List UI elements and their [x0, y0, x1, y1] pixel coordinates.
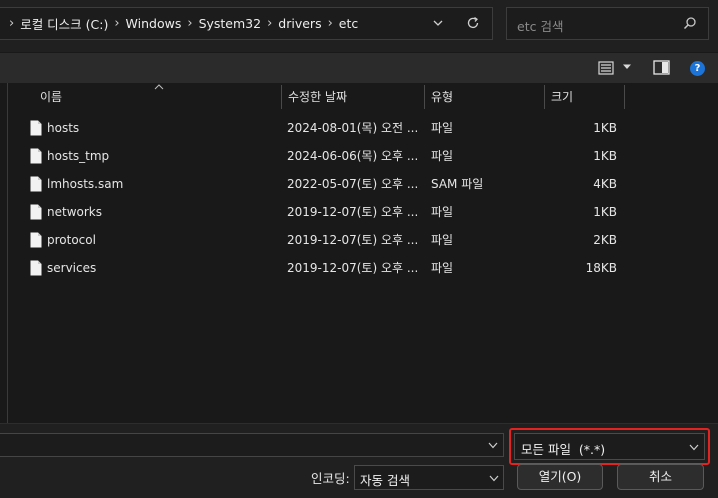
chevron-down-icon[interactable]	[488, 442, 498, 449]
file-size: 18KB	[585, 261, 617, 275]
breadcrumb-item-system32[interactable]: System32	[199, 16, 262, 31]
chevron-down-icon[interactable]	[689, 444, 699, 451]
file-date: 2022-05-07(토) 오후 ...	[287, 177, 417, 191]
file-type: 파일	[431, 261, 454, 275]
help-icon[interactable]: ?	[690, 61, 705, 76]
file-date: 2019-12-07(토) 오후 ...	[287, 261, 417, 275]
file-row[interactable]: hosts_tmp 2024-06-06(목) 오후 ... 파일 1KB	[8, 142, 618, 170]
command-bar: ?	[0, 53, 718, 83]
file-icon	[30, 176, 42, 192]
file-name: networks	[47, 205, 102, 219]
view-options-icon[interactable]	[598, 60, 614, 76]
address-row: › 로컬 디스크 (C:) › Windows › System32 › dri…	[0, 0, 718, 52]
encoding-select[interactable]: 자동 검색	[354, 465, 504, 490]
file-row[interactable]: hosts 2024-08-01(목) 오전 ... 파일 1KB	[8, 114, 618, 142]
breadcrumb-separator-icon[interactable]: ›	[9, 16, 14, 31]
file-name: services	[47, 261, 97, 275]
breadcrumb-separator-icon[interactable]: ›	[114, 16, 119, 31]
breadcrumb: › 로컬 디스크 (C:) › Windows › System32 › dri…	[9, 8, 364, 39]
file-name: hosts_tmp	[47, 149, 110, 163]
search-placeholder: etc 검색	[517, 19, 564, 34]
file-size: 1KB	[593, 205, 617, 219]
open-button[interactable]: 열기(O)	[517, 464, 603, 490]
chevron-down-icon[interactable]	[489, 475, 499, 482]
file-name: hosts	[47, 121, 80, 135]
breadcrumb-item-drivers[interactable]: drivers	[278, 16, 321, 31]
file-size: 2KB	[593, 233, 617, 247]
file-type-value: 모든 파일 (*.*)	[521, 442, 606, 457]
file-type: 파일	[431, 149, 454, 163]
file-type: SAM 파일	[431, 177, 484, 191]
file-type: 파일	[431, 121, 454, 135]
file-icon	[30, 120, 42, 136]
file-size: 1KB	[593, 149, 617, 163]
breadcrumb-separator-icon[interactable]: ›	[187, 16, 192, 31]
file-type: 파일	[431, 233, 454, 247]
file-icon	[30, 260, 42, 276]
breadcrumb-item-etc[interactable]: etc	[339, 16, 358, 31]
preview-pane-icon[interactable]	[653, 60, 670, 75]
file-name-input[interactable]	[0, 433, 504, 457]
file-icon	[30, 204, 42, 220]
column-header-size[interactable]: 크기	[545, 83, 625, 111]
cancel-button[interactable]: 취소	[617, 464, 704, 490]
address-bar[interactable]: › 로컬 디스크 (C:) › Windows › System32 › dri…	[0, 7, 493, 40]
file-row[interactable]: protocol 2019-12-07(토) 오후 ... 파일 2KB	[8, 226, 618, 254]
file-icon	[30, 148, 42, 164]
caret-down-icon[interactable]	[622, 64, 632, 70]
file-size: 4KB	[593, 177, 617, 191]
file-type: 파일	[431, 205, 454, 219]
column-header-row: 이름 수정한 날짜 유형 크기	[8, 83, 718, 111]
column-header-date[interactable]: 수정한 날짜	[282, 83, 424, 111]
breadcrumb-item-windows[interactable]: Windows	[126, 16, 182, 31]
search-input[interactable]: etc 검색	[506, 7, 709, 40]
dialog-footer: 모든 파일 (*.*) 인코딩: 자동 검색 열기(O) 취소	[0, 423, 718, 498]
column-divider[interactable]	[624, 85, 625, 109]
file-date: 2024-08-01(목) 오전 ...	[287, 121, 417, 135]
breadcrumb-item-local-disk[interactable]: 로컬 디스크 (C:)	[20, 14, 108, 33]
file-date: 2024-06-06(목) 오후 ...	[287, 149, 417, 163]
breadcrumb-separator-icon[interactable]: ›	[267, 16, 272, 31]
file-name: protocol	[47, 233, 96, 247]
file-date: 2019-12-07(토) 오후 ...	[287, 233, 417, 247]
file-open-dialog: › 로컬 디스크 (C:) › Windows › System32 › dri…	[0, 0, 718, 498]
file-list: 이름 수정한 날짜 유형 크기 hosts 2024-08-01(목) 오전 .…	[0, 83, 718, 423]
column-header-type[interactable]: 유형	[425, 83, 544, 111]
file-row[interactable]: services 2019-12-07(토) 오후 ... 파일 18KB	[8, 254, 618, 282]
refresh-icon[interactable]	[465, 15, 481, 31]
file-date: 2019-12-07(토) 오후 ...	[287, 205, 417, 219]
column-header-name[interactable]: 이름	[34, 83, 280, 111]
encoding-value: 자동 검색	[360, 473, 410, 488]
file-icon	[30, 232, 42, 248]
breadcrumb-separator-icon[interactable]: ›	[328, 16, 333, 31]
file-row[interactable]: lmhosts.sam 2022-05-07(토) 오후 ... SAM 파일 …	[8, 170, 618, 198]
search-icon[interactable]	[683, 16, 697, 30]
file-name: lmhosts.sam	[47, 177, 124, 191]
file-size: 1KB	[593, 121, 617, 135]
chevron-down-icon[interactable]	[431, 15, 445, 31]
file-row[interactable]: networks 2019-12-07(토) 오후 ... 파일 1KB	[8, 198, 618, 226]
file-type-select[interactable]: 모든 파일 (*.*)	[514, 433, 705, 460]
encoding-label: 인코딩:	[311, 471, 350, 486]
